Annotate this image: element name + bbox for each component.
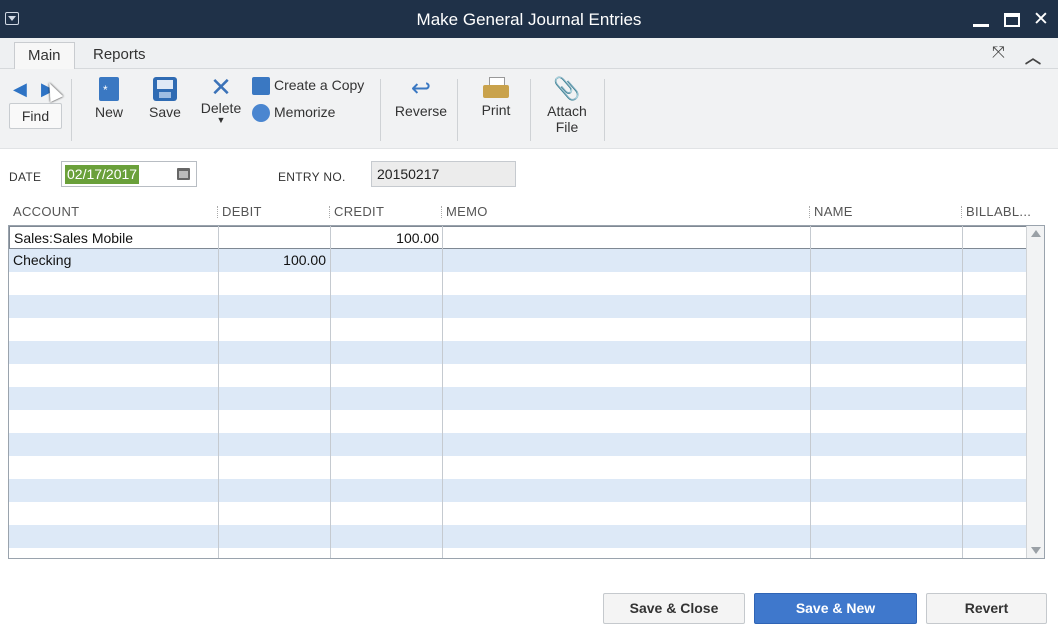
scroll-down-icon[interactable] [1031, 547, 1041, 554]
column-header-credit[interactable]: CREDIT [334, 204, 384, 219]
column-gridline [442, 226, 443, 558]
table-row[interactable] [9, 295, 1027, 318]
collapse-chevron-icon[interactable]: ︿ [1025, 44, 1041, 68]
name-cell[interactable] [811, 249, 962, 272]
memorize-button[interactable]: Memorize [252, 104, 336, 123]
new-button[interactable]: New [89, 77, 129, 120]
credit-cell[interactable] [331, 249, 442, 272]
revert-button[interactable]: Revert [926, 593, 1047, 624]
date-field[interactable]: 02/17/2017 [61, 161, 197, 187]
delete-dropdown-icon[interactable]: ▼ [197, 116, 245, 125]
print-label: Print [481, 102, 511, 118]
save-button[interactable]: Save [145, 77, 185, 120]
delete-x-icon: ✕ [210, 72, 232, 102]
reverse-label: Reverse [394, 103, 448, 119]
toolbar-divider [71, 79, 72, 141]
create-copy-icon [252, 77, 270, 96]
column-divider[interactable] [329, 206, 330, 218]
toolbar: ◀ ▶ Find New Save ✕ Delete ▼ Create a Co… [0, 69, 1058, 149]
save-and-close-button[interactable]: Save & Close [603, 593, 745, 624]
table-row[interactable] [9, 548, 1027, 558]
vertical-scrollbar[interactable] [1026, 226, 1044, 558]
memorize-label: Memorize [274, 104, 336, 120]
table-row[interactable] [9, 387, 1027, 410]
toolbar-divider [457, 79, 458, 141]
save-disk-icon [153, 77, 177, 101]
column-header-billable[interactable]: BILLABL... [966, 204, 1031, 219]
column-divider[interactable] [217, 206, 218, 218]
tab-reports[interactable]: Reports [80, 42, 159, 69]
printer-icon [483, 77, 509, 99]
maximize-icon[interactable] [1004, 13, 1020, 27]
table-row[interactable]: Checking 100.00 [9, 249, 1027, 272]
column-header-name[interactable]: NAME [814, 204, 853, 219]
date-value[interactable]: 02/17/2017 [65, 165, 140, 184]
expand-icon[interactable]: ⤧ [992, 44, 1005, 62]
memo-cell[interactable] [444, 227, 811, 250]
table-row[interactable] [9, 318, 1027, 341]
memorize-icon [252, 104, 270, 123]
scroll-up-icon[interactable] [1031, 230, 1041, 237]
column-gridline [218, 226, 219, 558]
entry-no-field[interactable]: 20150217 [371, 161, 516, 187]
reverse-arrow-icon: ↩ [410, 75, 432, 102]
attach-label: Attach [547, 103, 587, 119]
attach-file-button[interactable]: 📎 Attach File [543, 76, 591, 136]
column-gridline [810, 226, 811, 558]
column-divider[interactable] [441, 206, 442, 218]
toolbar-divider [380, 79, 381, 141]
table-row[interactable] [9, 410, 1027, 433]
new-label: New [94, 104, 123, 120]
table-row[interactable] [9, 433, 1027, 456]
table-row[interactable] [9, 502, 1027, 525]
column-divider[interactable] [809, 206, 810, 218]
column-divider[interactable] [961, 206, 962, 218]
table-row[interactable] [9, 456, 1027, 479]
table-row[interactable]: Sales:Sales Mobile 100.00 [9, 226, 1027, 249]
memo-cell[interactable] [443, 249, 810, 272]
create-copy-label: Create a Copy [274, 77, 365, 93]
name-cell[interactable] [812, 227, 963, 250]
table-row[interactable] [9, 479, 1027, 502]
table-row[interactable] [9, 525, 1027, 548]
print-button[interactable]: Print [475, 77, 517, 118]
column-gridline [962, 226, 963, 558]
table-row[interactable] [9, 364, 1027, 387]
table-row[interactable] [9, 341, 1027, 364]
column-header-memo[interactable]: MEMO [446, 204, 488, 219]
toolbar-divider [530, 79, 531, 141]
delete-button[interactable]: ✕ Delete ▼ [197, 72, 245, 125]
reverse-button[interactable]: ↩ Reverse [390, 75, 452, 120]
entry-no-label: ENTRY NO. [278, 170, 346, 184]
new-document-icon [99, 77, 119, 101]
debit-cell[interactable] [220, 227, 331, 250]
ribbon-tabs: Main Reports ⤧ ︿ [0, 38, 1058, 69]
paperclip-icon: 📎 [553, 76, 581, 101]
title-bar: Make General Journal Entries ✕ [0, 0, 1058, 38]
save-label: Save [149, 104, 181, 120]
find-button[interactable]: Find [9, 103, 62, 129]
calendar-icon[interactable] [177, 168, 190, 180]
column-header-debit[interactable]: DEBIT [222, 204, 262, 219]
account-cell[interactable]: Sales:Sales Mobile [10, 227, 219, 250]
back-arrow-icon[interactable]: ◀ [13, 79, 27, 100]
grid-header: ACCOUNT DEBIT CREDIT MEMO NAME BILLABL..… [0, 200, 1058, 224]
table-row[interactable] [9, 272, 1027, 295]
debit-cell[interactable]: 100.00 [219, 249, 330, 272]
create-copy-button[interactable]: Create a Copy [252, 77, 365, 96]
save-and-new-button[interactable]: Save & New [754, 593, 917, 624]
journal-grid[interactable]: Sales:Sales Mobile 100.00 Checking 100.0… [8, 225, 1045, 559]
window-title: Make General Journal Entries [416, 10, 642, 29]
tab-main[interactable]: Main [14, 42, 75, 69]
close-icon[interactable]: ✕ [1033, 8, 1049, 31]
delete-label: Delete [200, 100, 242, 116]
toolbar-divider [604, 79, 605, 141]
credit-cell[interactable]: 100.00 [332, 227, 443, 250]
account-cell[interactable]: Checking [9, 249, 218, 272]
column-header-account[interactable]: ACCOUNT [13, 204, 79, 219]
date-label: DATE [9, 170, 42, 184]
column-gridline [330, 226, 331, 558]
attach-file-label: File [555, 119, 579, 135]
